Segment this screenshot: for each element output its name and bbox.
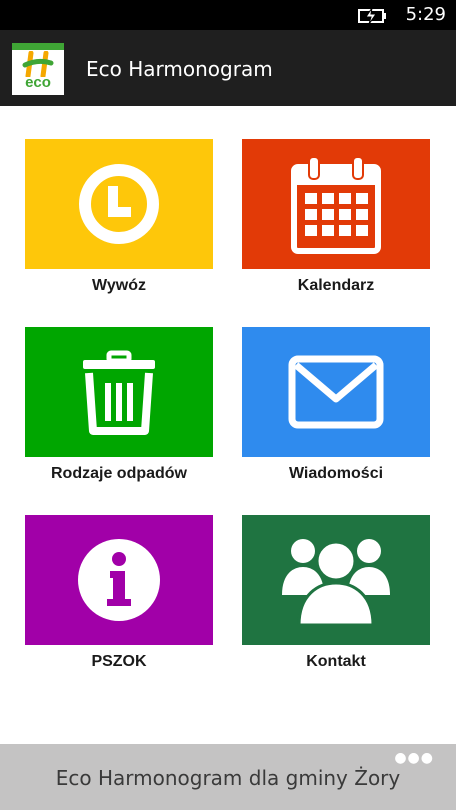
tile-kontakt[interactable] xyxy=(242,515,430,645)
info-icon xyxy=(78,539,160,621)
battery-charging-icon xyxy=(358,7,388,28)
tile-wywoz[interactable] xyxy=(25,139,213,269)
tile-kalendarz[interactable] xyxy=(242,139,430,269)
bottom-app-bar[interactable]: ●●● Eco Harmonogram dla gminy Żory xyxy=(0,744,456,810)
tile-rodzaje-odpadow[interactable] xyxy=(25,327,213,457)
contacts-icon xyxy=(282,539,390,627)
bottom-bar-title: Eco Harmonogram dla gminy Żory xyxy=(55,766,401,790)
tile-pszok[interactable] xyxy=(25,515,213,645)
app-header: eco Eco Harmonogram xyxy=(0,30,456,106)
calendar-icon xyxy=(291,156,381,254)
tile-wiadomosci[interactable] xyxy=(242,327,430,457)
more-dots-icon[interactable]: ●●● xyxy=(394,750,434,766)
clock-icon xyxy=(79,164,159,244)
tile-label-wiadomosci[interactable]: Wiadomości xyxy=(242,464,430,484)
mail-icon xyxy=(288,355,384,429)
tile-label-wywoz[interactable]: Wywóz xyxy=(25,276,213,296)
logo-text: eco xyxy=(25,74,51,91)
tile-label-kalendarz[interactable]: Kalendarz xyxy=(242,276,430,296)
tile-label-kontakt[interactable]: Kontakt xyxy=(242,652,430,672)
status-bar: 5:29 xyxy=(0,0,456,30)
app-title: Eco Harmonogram xyxy=(86,57,273,81)
status-time: 5:29 xyxy=(405,4,446,25)
tile-label-pszok[interactable]: PSZOK xyxy=(25,652,213,672)
app-logo: eco xyxy=(12,43,64,95)
tile-label-rodzaje-odpadow[interactable]: Rodzaje odpadów xyxy=(25,464,213,484)
trash-icon xyxy=(83,350,155,435)
